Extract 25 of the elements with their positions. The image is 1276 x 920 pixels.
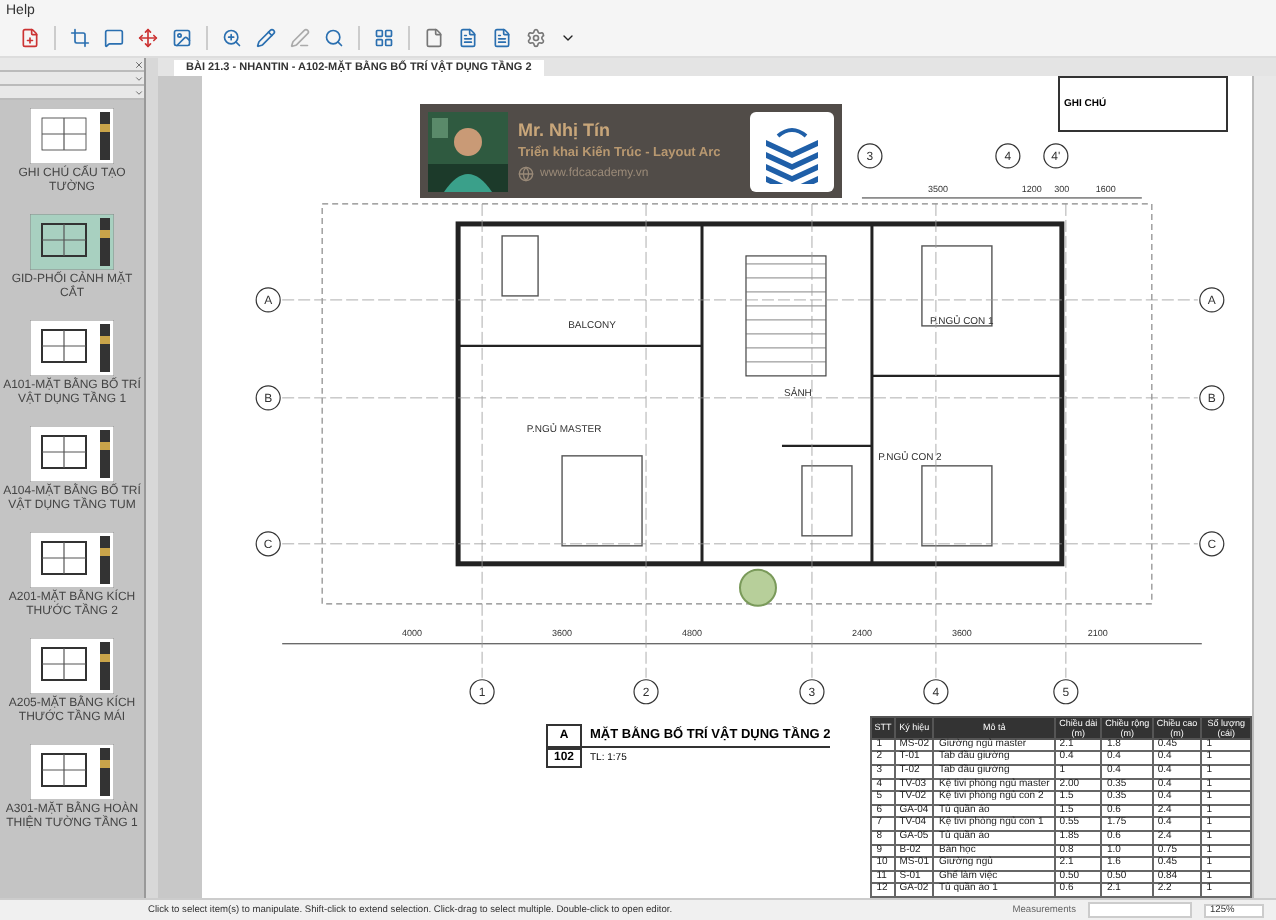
page-thumbnail [30, 426, 114, 482]
presenter-name: Mr. Nhị Tín [518, 120, 612, 140]
document-icon[interactable] [458, 28, 478, 48]
caret-icon[interactable] [560, 30, 576, 46]
settings-icon[interactable] [526, 28, 546, 48]
scroll-track[interactable] [1252, 76, 1276, 898]
document-icon[interactable] [492, 28, 512, 48]
page-thumbnail [30, 108, 114, 164]
pencil-icon[interactable] [256, 28, 276, 48]
page-thumbnail [30, 638, 114, 694]
measurements-field[interactable] [1088, 902, 1192, 918]
grid-icon[interactable] [374, 28, 394, 48]
page-icon[interactable] [424, 28, 444, 48]
comment-icon[interactable] [104, 28, 124, 48]
new-document-icon[interactable] [20, 28, 40, 48]
search-icon[interactable] [324, 28, 344, 48]
image-icon[interactable] [172, 28, 192, 48]
move-icon[interactable] [138, 28, 158, 48]
globe-icon [518, 166, 534, 182]
page-thumbnail [30, 744, 114, 800]
page-thumbnail [30, 214, 114, 270]
zoom-icon[interactable] [222, 28, 242, 48]
crop-icon[interactable] [70, 28, 90, 48]
page-thumbnail [30, 532, 114, 588]
page-thumbnail [30, 320, 114, 376]
